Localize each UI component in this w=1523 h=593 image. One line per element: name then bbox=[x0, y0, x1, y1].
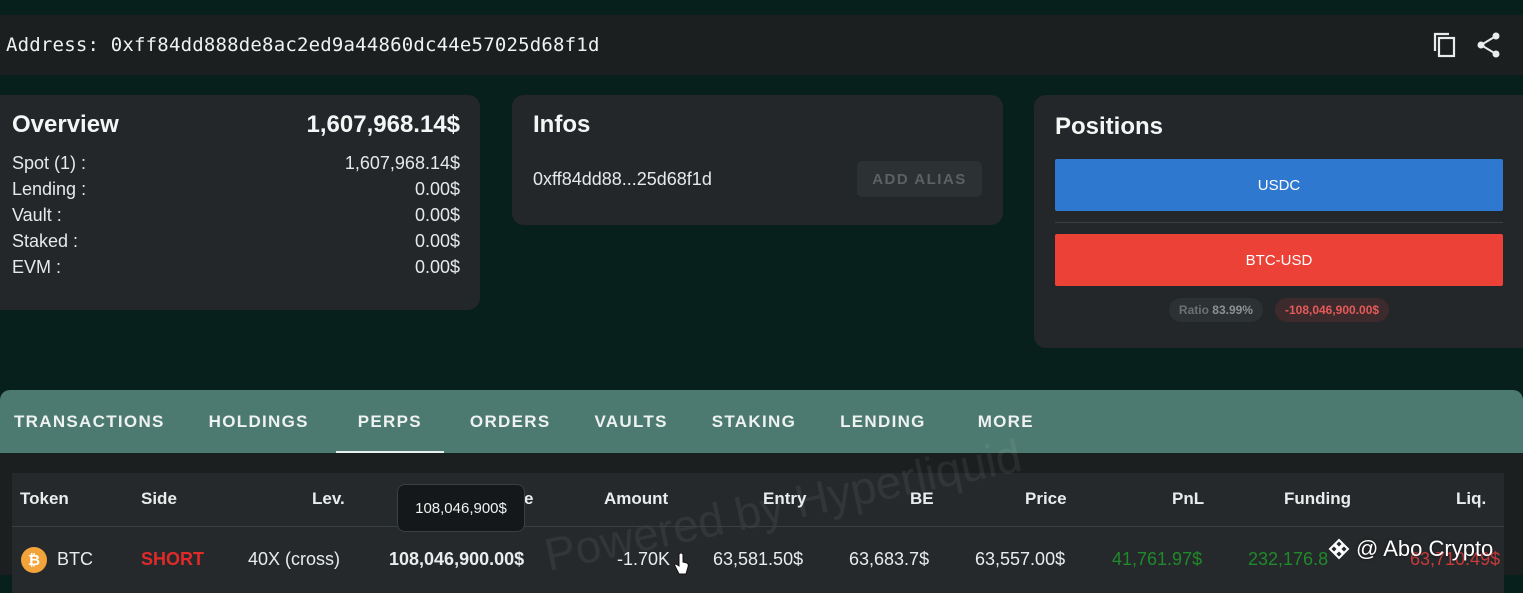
divider bbox=[1055, 222, 1503, 223]
positions-title: Positions bbox=[1055, 113, 1164, 140]
overview-row-lending: Lending : 0.00$ bbox=[12, 179, 460, 205]
row-label: Staked : bbox=[12, 231, 79, 251]
tab-bar: TRANSACTIONS HOLDINGS PERPS ORDERS VAULT… bbox=[0, 390, 1523, 453]
col-lev[interactable]: Lev. bbox=[312, 489, 345, 509]
cell-funding: 232,176.8 bbox=[1248, 549, 1329, 569]
cell-amount: -1.70K bbox=[617, 549, 671, 569]
size-tooltip: 108,046,900$ bbox=[397, 484, 525, 532]
row-label: Spot (1) : bbox=[12, 153, 87, 173]
tab-lending[interactable]: LENDING bbox=[840, 390, 926, 453]
row-value: 1,607,968.14$ bbox=[344, 153, 460, 173]
row-value: 0.00$ bbox=[414, 231, 460, 251]
ratio-label: Ratio bbox=[1178, 303, 1209, 317]
overview-title: Overview bbox=[12, 111, 119, 138]
row-value: 0.00$ bbox=[414, 257, 460, 277]
col-funding[interactable]: Funding bbox=[1284, 489, 1351, 509]
cell-entry: 63,581.50$ bbox=[713, 549, 804, 569]
tab-orders[interactable]: ORDERS bbox=[470, 390, 551, 453]
position-usdc-bar[interactable]: USDC bbox=[1055, 159, 1503, 211]
address-bar: Address: 0xff84dd888de8ac2ed9a44860dc44e… bbox=[0, 15, 1523, 75]
overview-total: 1,607,968.14$ bbox=[306, 111, 460, 138]
col-price[interactable]: Price bbox=[1025, 489, 1067, 509]
col-entry[interactable]: Entry bbox=[763, 489, 806, 509]
row-label: EVM : bbox=[12, 257, 62, 277]
tab-vaults[interactable]: VAULTS bbox=[594, 390, 667, 453]
infos-card: Infos 0xff84dd88...25d68f1d ADD ALIAS bbox=[512, 95, 1003, 225]
col-token[interactable]: Token bbox=[20, 489, 69, 509]
cell-size: 108,046,900.00$ bbox=[389, 549, 525, 569]
cell-be: 63,683.7$ bbox=[849, 549, 930, 569]
tab-staking[interactable]: STAKING bbox=[712, 390, 796, 453]
ratio-badge: Ratio 83.99% bbox=[1168, 298, 1263, 322]
share-icon[interactable] bbox=[1475, 31, 1503, 59]
hand-cursor-icon bbox=[674, 553, 689, 575]
col-pnl[interactable]: PnL bbox=[1172, 489, 1204, 509]
row-value: 0.00$ bbox=[414, 179, 460, 199]
overview-row-spot: Spot (1) : 1,607,968.14$ bbox=[12, 153, 460, 179]
pnl-badge: -108,046,900.00$ bbox=[1274, 298, 1390, 322]
col-amount[interactable]: Amount bbox=[604, 489, 668, 509]
infos-title: Infos bbox=[533, 111, 591, 138]
binance-icon bbox=[1328, 538, 1350, 560]
col-size[interactable]: e bbox=[524, 489, 533, 509]
overview-row-evm: EVM : 0.00$ bbox=[12, 257, 460, 283]
overview-row-staked: Staked : 0.00$ bbox=[12, 231, 460, 257]
positions-card: Positions USDC BTC-USD Ratio 83.99% -108… bbox=[1034, 95, 1523, 348]
row-label: Vault : bbox=[12, 205, 62, 225]
credit-text: @ Abo Crypto bbox=[1356, 536, 1494, 561]
wallet-address: Address: 0xff84dd888de8ac2ed9a44860dc44e… bbox=[6, 34, 600, 56]
cell-price: 63,557.00$ bbox=[975, 549, 1066, 569]
cell-token: BTC bbox=[57, 549, 93, 569]
col-liq[interactable]: Liq. bbox=[1456, 489, 1486, 509]
col-side[interactable]: Side bbox=[141, 489, 177, 509]
cell-pnl: 41,761.97$ bbox=[1112, 549, 1203, 569]
add-alias-button[interactable]: ADD ALIAS bbox=[857, 161, 982, 197]
tab-transactions[interactable]: TRANSACTIONS bbox=[14, 390, 165, 453]
ratio-value: 83.99% bbox=[1212, 303, 1253, 317]
overview-row-vault: Vault : 0.00$ bbox=[12, 205, 460, 231]
credit-watermark: @ Abo Crypto bbox=[1328, 536, 1493, 562]
copy-icon[interactable] bbox=[1431, 31, 1459, 59]
row-label: Lending : bbox=[12, 179, 87, 199]
position-btc-bar[interactable]: BTC-USD bbox=[1055, 234, 1503, 286]
header-divider bbox=[12, 526, 1504, 527]
tab-holdings[interactable]: HOLDINGS bbox=[209, 390, 309, 453]
bitcoin-icon: ₿ bbox=[21, 547, 47, 573]
row-value: 0.00$ bbox=[414, 205, 460, 225]
overview-card: Overview 1,607,968.14$ Spot (1) : 1,607,9… bbox=[0, 95, 480, 310]
short-address: 0xff84dd88...25d68f1d bbox=[533, 168, 712, 189]
tab-perps[interactable]: PERPS bbox=[335, 390, 445, 453]
cell-lev: 40X (cross) bbox=[248, 549, 341, 569]
cell-side: SHORT bbox=[141, 549, 204, 569]
col-be[interactable]: BE bbox=[910, 489, 934, 509]
